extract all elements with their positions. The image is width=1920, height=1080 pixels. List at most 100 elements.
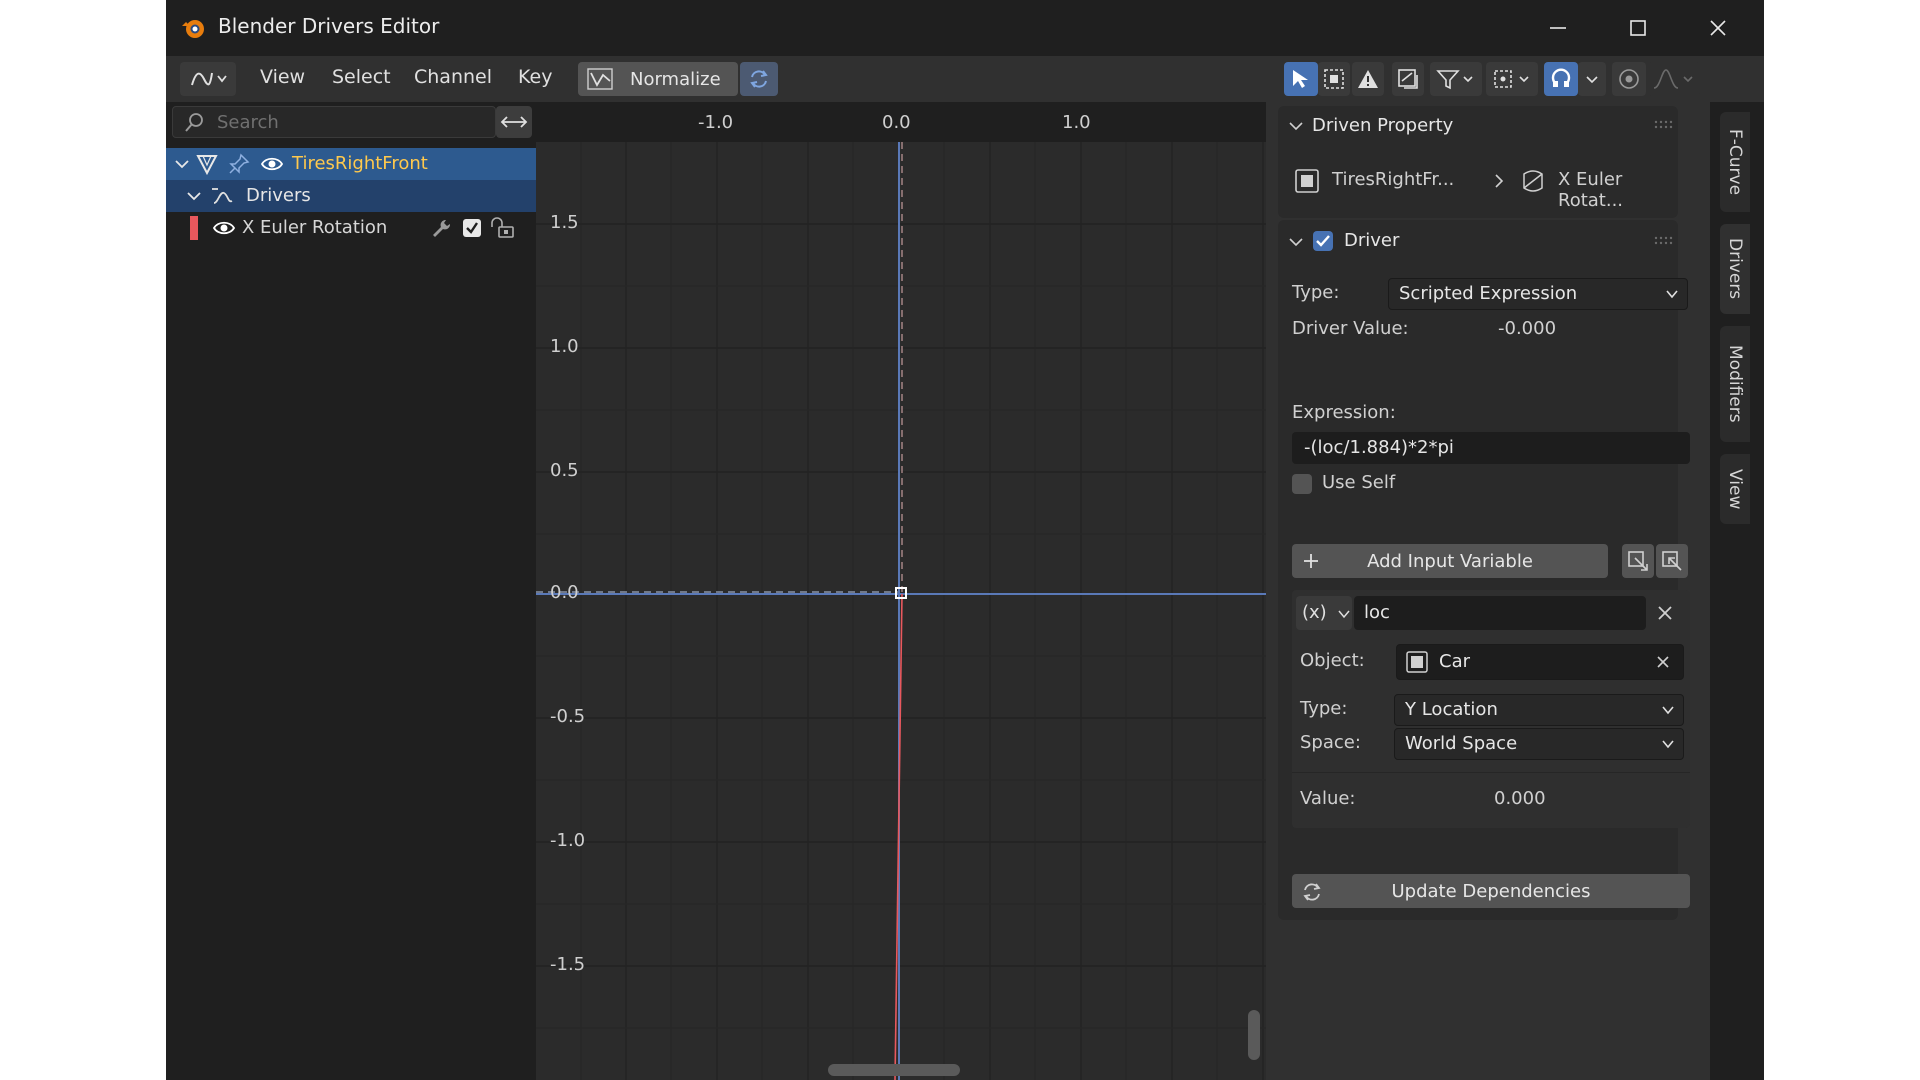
normalize-button[interactable]: Normalize: [578, 62, 738, 96]
clear-icon[interactable]: [1655, 654, 1671, 670]
eye-icon[interactable]: [260, 154, 284, 174]
tab-drivers[interactable]: Drivers: [1720, 224, 1750, 314]
driven-object-name[interactable]: TiresRightFr...: [1332, 169, 1454, 190]
tab-view-label: View: [1725, 468, 1745, 510]
pivot-dropdown[interactable]: [1486, 62, 1538, 96]
mesh-triangle-icon: [196, 155, 218, 175]
drag-handle-icon[interactable]: [1654, 236, 1674, 246]
normalize-label: Normalize: [630, 68, 721, 90]
tab-fcurve-label: F-Curve: [1725, 128, 1745, 196]
graph-canvas[interactable]: [536, 102, 1266, 1080]
only-selected-button[interactable]: [1392, 62, 1424, 96]
chevron-down-icon: [1586, 76, 1598, 84]
minimize-icon[interactable]: [1538, 8, 1578, 48]
variable-name-input[interactable]: loc: [1354, 596, 1646, 630]
auto-snapping-button[interactable]: [1544, 62, 1578, 96]
use-self-label: Use Self: [1322, 472, 1396, 493]
variable-space-dropdown[interactable]: World Space: [1394, 728, 1684, 760]
drivers-editor-icon: [191, 72, 227, 86]
driven-property-name[interactable]: X Euler Rotat...: [1558, 169, 1678, 211]
editor-type-button[interactable]: [180, 62, 236, 96]
expression-input[interactable]: -(loc/1.884)*2*pi: [1292, 432, 1690, 464]
driver-enabled-checkbox[interactable]: [1312, 230, 1334, 252]
channel-row-fcurve[interactable]: X Euler Rotation: [166, 212, 536, 244]
search-placeholder: Search: [217, 112, 279, 133]
graph-region[interactable]: -1.0 0.0 1.0 1.5 1.0 0.5 0.0 -0.5 -1.0 -…: [536, 102, 1266, 1080]
unlock-icon[interactable]: [490, 217, 516, 239]
wrench-icon[interactable]: [430, 218, 452, 240]
falloff-curve-icon: [1653, 69, 1693, 89]
chevron-down-icon: [1662, 740, 1674, 749]
paste-variables-button[interactable]: [1656, 544, 1688, 578]
variable-type-dropdown[interactable]: (x): [1296, 596, 1352, 630]
copy-variables-button[interactable]: [1622, 544, 1654, 578]
fcurve-name: X Euler Rotation: [242, 217, 388, 238]
menu-key[interactable]: Key: [518, 66, 552, 88]
divider: [1292, 772, 1690, 773]
variable-type-label: Type:: [1300, 698, 1348, 719]
x-tick-label: -1.0: [698, 112, 734, 133]
variable-object-value: Car: [1439, 651, 1470, 672]
select-tool-button[interactable]: [1284, 62, 1318, 96]
x-tick-label: 1.0: [1062, 112, 1091, 133]
close-icon[interactable]: [1656, 604, 1674, 622]
warning-button[interactable]: [1352, 62, 1384, 96]
variable-value-label: Value:: [1300, 788, 1356, 809]
vertical-scrollbar[interactable]: [1248, 1010, 1260, 1060]
variable-object-field[interactable]: Car: [1396, 644, 1684, 680]
menu-channel[interactable]: Channel: [414, 66, 492, 88]
driver-panel: Driver Type: Scripted Expression Driver …: [1278, 220, 1690, 920]
normalize-icon: [587, 68, 613, 90]
chevron-down-icon[interactable]: [186, 188, 202, 204]
variable-transform-type-value: Y Location: [1405, 699, 1498, 720]
y-tick-label: -1.0: [550, 830, 586, 851]
filter-dropdown[interactable]: [1430, 62, 1482, 96]
driven-property-title: Driven Property: [1312, 115, 1454, 136]
refresh-normalize-button[interactable]: [740, 62, 778, 96]
chevron-right-icon: [1495, 174, 1504, 188]
channel-row-object[interactable]: TiresRightFront: [166, 148, 536, 180]
drag-handle-icon[interactable]: [1654, 120, 1674, 130]
proportional-editing-button[interactable]: [1612, 62, 1646, 96]
proportional-editing-icon: [1619, 69, 1639, 89]
pin-icon[interactable]: [228, 153, 250, 175]
tab-fcurve[interactable]: F-Curve: [1720, 112, 1750, 212]
variable-space-label: Space:: [1300, 732, 1361, 753]
variable-space-value: World Space: [1405, 733, 1518, 754]
horizontal-scrollbar[interactable]: [828, 1064, 960, 1076]
swap-filter-button[interactable]: [496, 106, 532, 138]
falloff-dropdown[interactable]: [1648, 62, 1700, 96]
close-icon[interactable]: [1698, 8, 1738, 48]
menu-select[interactable]: Select: [332, 66, 391, 88]
tab-drivers-label: Drivers: [1725, 238, 1745, 300]
variable-transform-type-dropdown[interactable]: Y Location: [1394, 694, 1684, 726]
channel-row-drivers[interactable]: Drivers: [166, 180, 536, 212]
use-self-checkbox[interactable]: [1292, 474, 1312, 494]
checkbox-checked-icon[interactable]: [462, 218, 482, 238]
input-variable-box: (x) loc Object: Car Type: Y Location Spa…: [1292, 590, 1690, 828]
sidebar-tabs: F-Curve Drivers Modifiers View: [1710, 102, 1764, 1080]
eye-icon[interactable]: [212, 218, 236, 238]
tab-modifiers[interactable]: Modifiers: [1720, 326, 1750, 442]
fcurve-color-swatch: [190, 216, 198, 240]
chevron-down-icon[interactable]: [1288, 234, 1304, 250]
object-name: TiresRightFront: [292, 153, 428, 174]
pivot-point-icon: [1494, 70, 1529, 88]
search-input[interactable]: Search: [172, 106, 496, 138]
driver-type-dropdown[interactable]: Scripted Expression: [1388, 278, 1688, 310]
box-select-button[interactable]: [1318, 62, 1350, 96]
snap-dropdown[interactable]: [1578, 62, 1606, 96]
chevron-down-icon[interactable]: [1288, 118, 1304, 134]
chevron-down-icon[interactable]: [174, 156, 190, 172]
maximize-icon[interactable]: [1618, 8, 1658, 48]
refresh-icon: [1303, 883, 1321, 901]
cursor-arrow-icon: [1293, 70, 1308, 88]
x-tick-label: 0.0: [882, 112, 911, 133]
menu-view[interactable]: View: [260, 66, 305, 88]
add-input-variable-button[interactable]: Add Input Variable: [1292, 544, 1608, 578]
update-dependencies-button[interactable]: Update Dependencies: [1292, 874, 1690, 908]
warning-icon: [1358, 70, 1378, 88]
driven-property-panel: Driven Property TiresRightFr... X Euler …: [1278, 106, 1678, 218]
tab-view[interactable]: View: [1720, 454, 1750, 524]
driver-value-label: Driver Value:: [1292, 318, 1409, 339]
